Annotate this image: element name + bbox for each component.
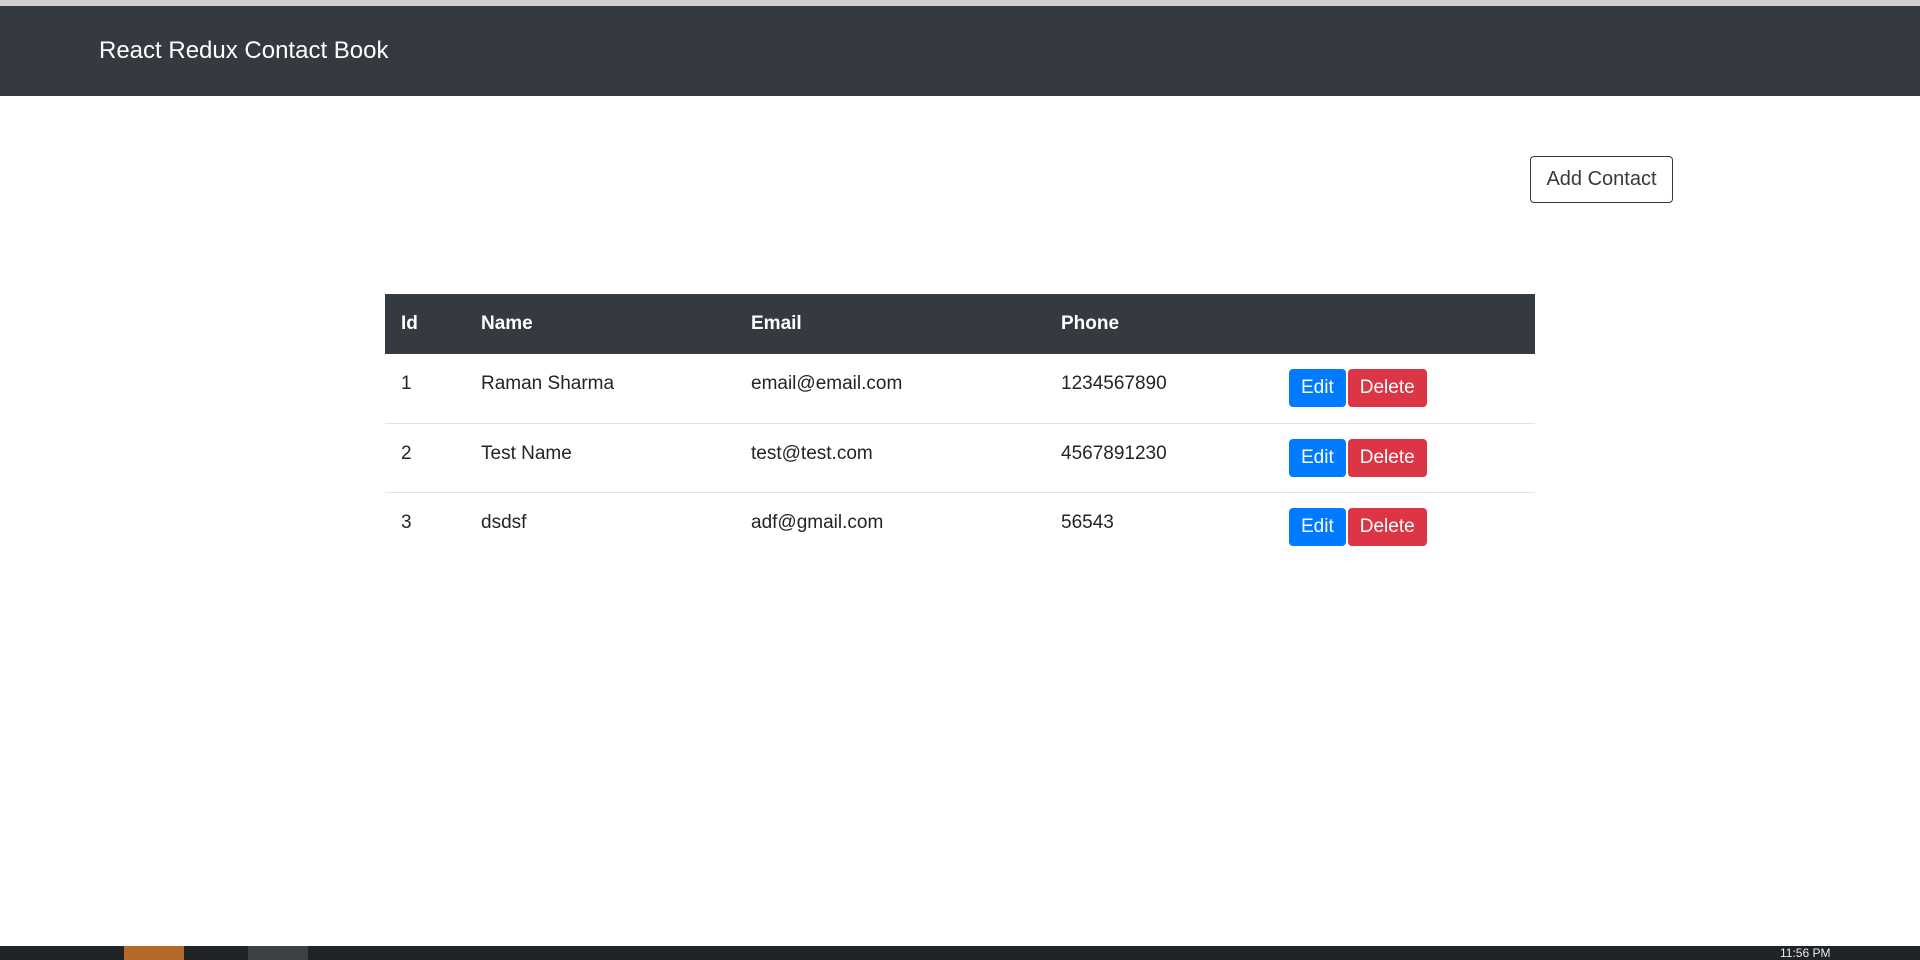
taskbar-clock[interactable]: 11:56 PM [1780, 946, 1850, 960]
taskbar-active-app-tile[interactable] [248, 946, 308, 960]
delete-button[interactable]: Delete [1347, 369, 1427, 408]
header-email: Email [751, 313, 802, 334]
cell-email: adf@gmail.com [751, 511, 884, 533]
cell-actions: Edit Delete [1273, 423, 1535, 492]
header-phone: Phone [1061, 313, 1120, 334]
header-id: Id [401, 313, 418, 334]
cell-phone: 1234567890 [1061, 373, 1167, 395]
delete-button[interactable]: Delete [1347, 507, 1427, 546]
cell-email: email@email.com [751, 373, 903, 395]
edit-button[interactable]: Edit [1289, 369, 1346, 408]
header-actions [1273, 294, 1535, 354]
cell-phone: 56543 [1061, 511, 1114, 533]
taskbar-app-tile[interactable] [124, 946, 184, 960]
table-header: Id Name Email Phone [385, 294, 1535, 354]
edit-button[interactable]: Edit [1289, 507, 1346, 546]
cell-actions: Edit Delete [1273, 354, 1535, 423]
header-name: Name [481, 313, 533, 334]
cell-name: Raman Sharma [481, 373, 615, 395]
navbar: React Redux Contact Book [0, 6, 1920, 96]
table-row: 2 Test Name test@test.com 4567891230 Edi… [385, 423, 1535, 492]
cell-phone: 4567891230 [1061, 442, 1167, 464]
edit-button[interactable]: Edit [1289, 438, 1346, 477]
os-taskbar: 11:56 PM [0, 946, 1920, 960]
table-row: 3 dsdsf adf@gmail.com 56543 Edit Delete [385, 492, 1535, 561]
cell-id: 2 [401, 442, 412, 464]
cell-id: 1 [401, 373, 412, 395]
table-row: 1 Raman Sharma email@email.com 123456789… [385, 354, 1535, 423]
table-body: 1 Raman Sharma email@email.com 123456789… [385, 354, 1535, 561]
contacts-table-container: Id Name Email Phone 1 Raman Sharma email… [385, 294, 1535, 561]
cell-id: 3 [401, 511, 412, 533]
add-contact-button[interactable]: Add Contact [1530, 156, 1673, 203]
contacts-table: Id Name Email Phone 1 Raman Sharma email… [385, 294, 1535, 561]
cell-name: dsdsf [481, 511, 527, 533]
cell-name: Test Name [481, 442, 572, 464]
cell-email: test@test.com [751, 442, 873, 464]
navbar-brand[interactable]: React Redux Contact Book [99, 36, 389, 66]
cell-actions: Edit Delete [1273, 492, 1535, 561]
delete-button[interactable]: Delete [1347, 438, 1427, 477]
table-header-row: Id Name Email Phone [385, 294, 1535, 354]
